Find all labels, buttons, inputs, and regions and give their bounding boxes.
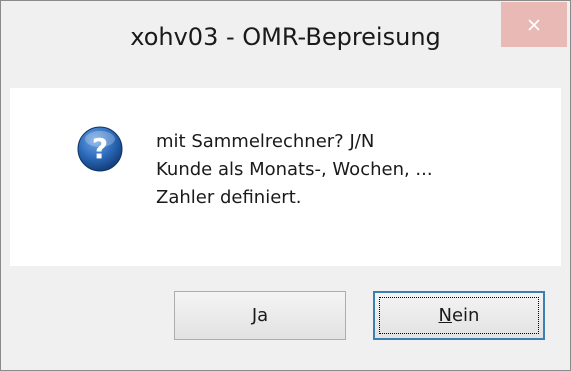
no-button[interactable]: Nein [373,291,545,340]
message-line: Zahler definiert. [156,187,302,208]
svg-text:?: ? [92,132,108,165]
window-title: xohv03 - OMR-Bepreisung [130,23,441,51]
message-line: mit Sammelrechner? J/N [156,131,375,152]
message-line: Kunde als Monats-, Wochen, ... [156,159,433,180]
yes-button-label: a [257,305,269,326]
question-icon: ? [77,126,123,172]
dialog-window: xohv03 - OMR-Bepreisung ? mit Sammelrech… [0,0,571,371]
message-text: mit Sammelrechner? J/N Kunde als Monats-… [156,128,433,212]
button-bar: Ja Nein [10,266,561,362]
title-bar[interactable]: xohv03 - OMR-Bepreisung [1,1,570,88]
yes-button[interactable]: Ja [174,291,346,340]
close-button[interactable] [501,2,567,47]
message-area: ? mit Sammelrechner? J/N Kunde als Monat… [10,88,561,266]
close-icon [528,18,540,31]
focus-rectangle [379,297,539,334]
